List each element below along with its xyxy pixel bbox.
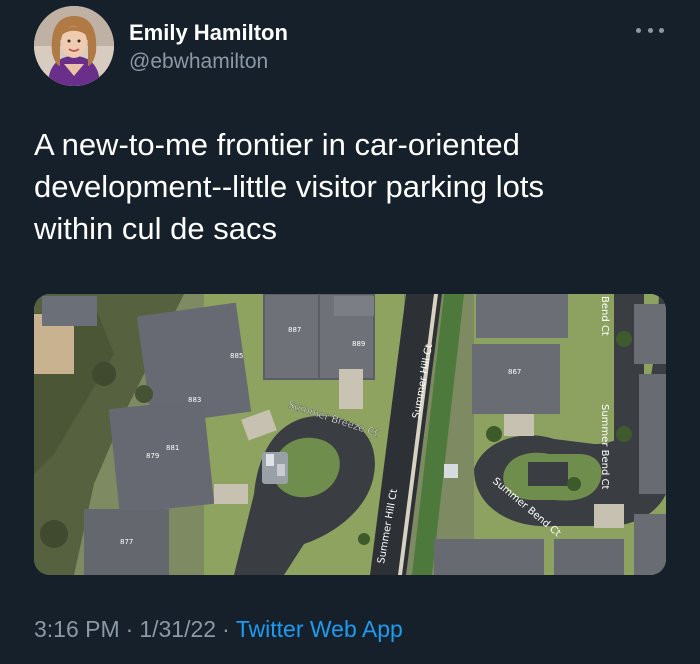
house-number: 881 xyxy=(166,444,179,452)
house-number: 885 xyxy=(230,352,243,360)
tweet-text: A new-to-me frontier in car-oriented dev… xyxy=(34,124,674,250)
author-name[interactable]: Emily Hamilton xyxy=(129,20,288,46)
aerial-map-photo: Summer Breeze Ct Summer Hill Ct Summer H… xyxy=(34,294,666,575)
tweet-date[interactable]: 1/31/22 xyxy=(139,616,216,642)
tweet-line: A new-to-me frontier in car-oriented xyxy=(34,127,520,162)
meta-separator: · xyxy=(222,616,230,642)
tweet-time[interactable]: 3:16 PM xyxy=(34,616,120,642)
tweet-image-aerial-map[interactable]: Summer Breeze Ct Summer Hill Ct Summer H… xyxy=(34,294,666,575)
tweet-line: development--little visitor parking lots xyxy=(34,169,544,204)
tweet-source-app[interactable]: Twitter Web App xyxy=(236,616,403,642)
house-number: 879 xyxy=(146,452,159,460)
author-handle[interactable]: @ebwhamilton xyxy=(129,50,268,74)
more-options-icon[interactable] xyxy=(636,20,664,40)
more-dot xyxy=(647,27,653,33)
avatar-portrait xyxy=(34,6,114,86)
house-number: 867 xyxy=(508,368,521,376)
house-number: 883 xyxy=(188,396,201,404)
house-number: 887 xyxy=(288,326,301,334)
tweet-metadata: 3:16 PM · 1/31/22 · Twitter Web App xyxy=(34,616,403,643)
house-number: 877 xyxy=(120,538,133,546)
more-dot xyxy=(659,27,664,33)
meta-separator: · xyxy=(125,616,134,642)
more-dot xyxy=(636,27,641,33)
author-avatar[interactable] xyxy=(34,6,114,86)
house-number: 889 xyxy=(352,340,365,348)
tweet-line: within cul de sacs xyxy=(34,211,277,246)
map-label-bend-ct: Bend Ct xyxy=(599,296,610,336)
map-label-summer-bend-ct-vertical: Summer Bend Ct xyxy=(599,404,610,489)
